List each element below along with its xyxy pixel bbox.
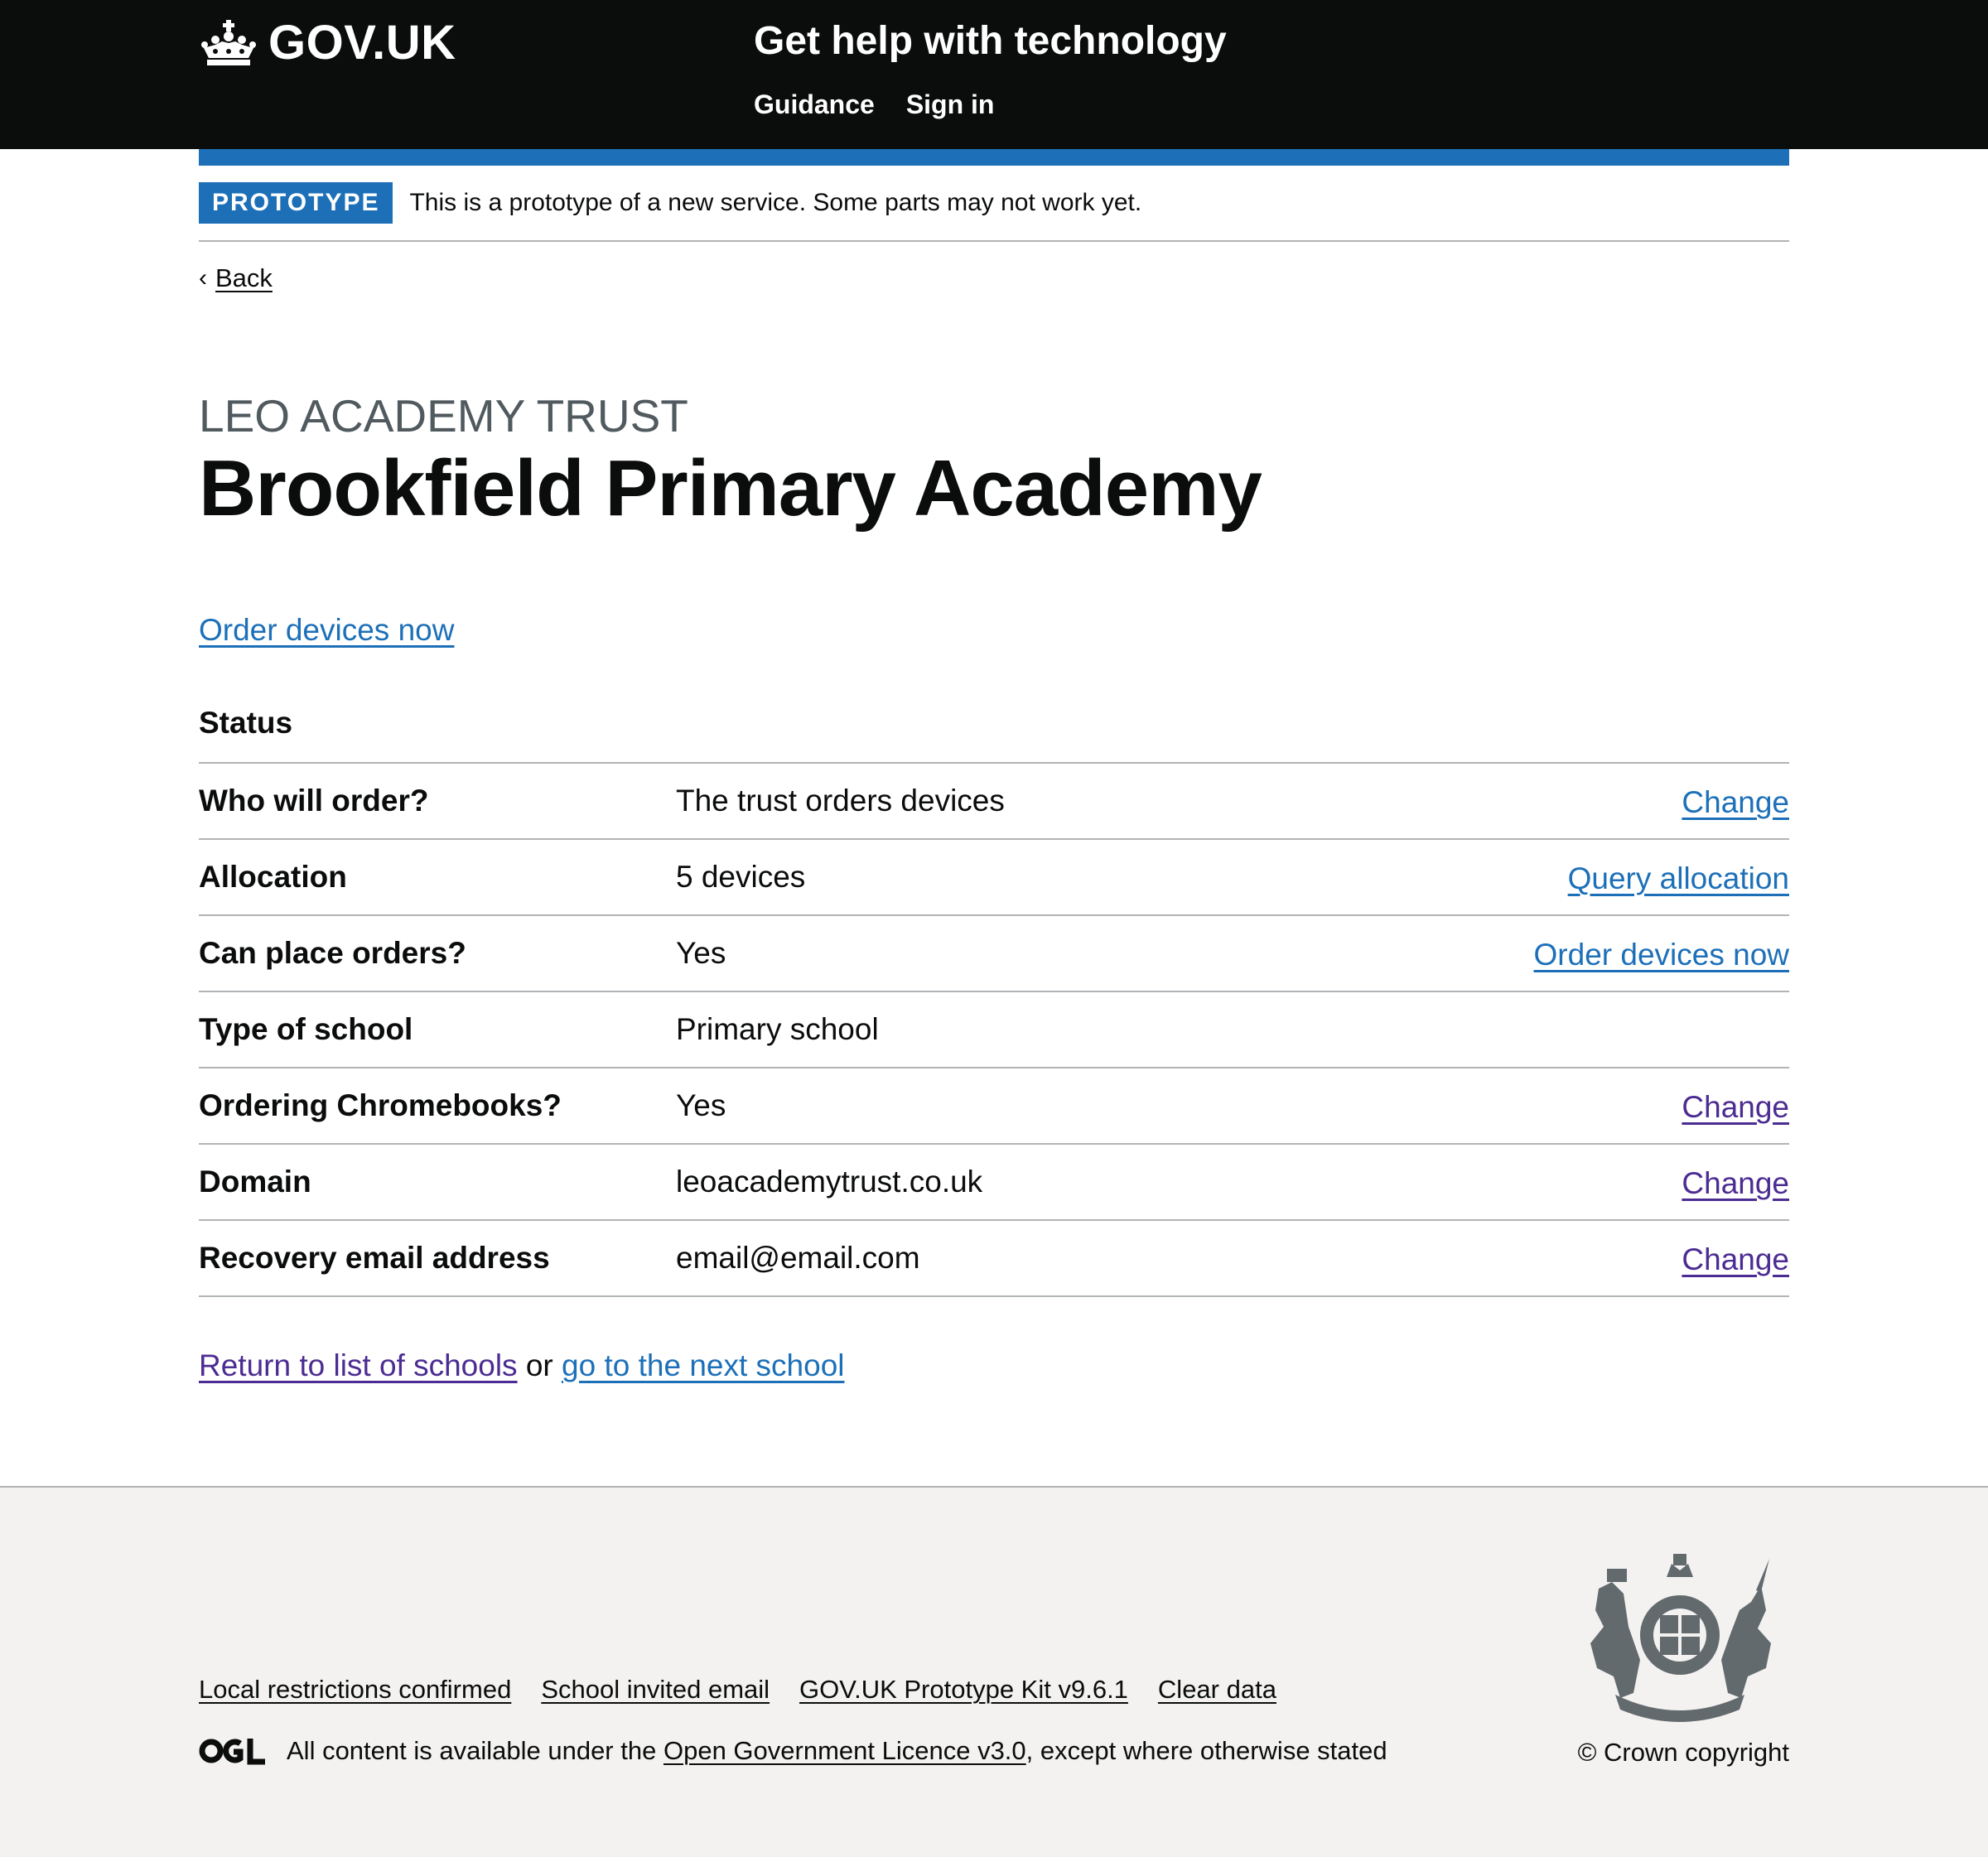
return-to-schools-link[interactable]: Return to list of schools: [199, 1348, 518, 1382]
footer-link-local-restrictions[interactable]: Local restrictions confirmed: [199, 1675, 511, 1705]
crown-icon: [201, 19, 256, 65]
page-caption: LEO ACADEMY TRUST: [199, 390, 688, 441]
back-link-container: ‹ Back: [199, 263, 273, 293]
footer-link-school-invited-email[interactable]: School invited email: [541, 1675, 770, 1705]
summary-value: The trust orders devices: [676, 784, 1005, 818]
summary-key: Can place orders?: [199, 936, 466, 970]
summary-row-domain: Domain leoacademytrust.co.uk Change: [199, 1145, 1789, 1221]
licence-statement: All content is available under the Open …: [199, 1736, 1387, 1766]
query-allocation-link[interactable]: Query allocation: [1568, 861, 1789, 896]
summary-key: Type of school: [199, 1012, 413, 1046]
chevron-left-icon: ‹: [199, 264, 207, 292]
phase-banner: PROTOTYPE This is a prototype of a new s…: [199, 166, 1789, 242]
summary-row-recovery-email: Recovery email address email@email.com C…: [199, 1221, 1789, 1297]
change-recovery-email-link[interactable]: Change: [1682, 1242, 1789, 1277]
nav-sign-in[interactable]: Sign in: [906, 89, 995, 120]
phase-text: This is a prototype of a new service. So…: [409, 189, 1142, 216]
summary-key: Domain: [199, 1165, 311, 1199]
summary-value: email@email.com: [676, 1241, 920, 1275]
crown-copyright-link[interactable]: © Crown copyright: [1578, 1738, 1789, 1768]
header: GOV.UK Get help with technology Guidance…: [0, 0, 1988, 149]
service-name[interactable]: Get help with technology: [754, 18, 1227, 64]
next-school-link[interactable]: go to the next school: [562, 1348, 844, 1382]
nav-guidance[interactable]: Guidance: [754, 89, 875, 120]
logo-text: GOV.UK: [268, 16, 456, 70]
summary-row-type-of-school: Type of school Primary school: [199, 992, 1789, 1068]
ogl-logo-icon: [199, 1739, 265, 1765]
summary-value: Primary school: [676, 1012, 879, 1046]
footer-links: Local restrictions confirmed School invi…: [199, 1675, 1276, 1705]
licence-suffix: , except where otherwise stated: [1025, 1736, 1387, 1765]
header-underline: [199, 149, 1789, 166]
header-nav: Guidance Sign in: [754, 89, 994, 120]
summary-row-allocation: Allocation 5 devices Query allocation: [199, 840, 1789, 916]
summary-value: leoacademytrust.co.uk: [676, 1165, 983, 1199]
change-who-will-order-link[interactable]: Change: [1682, 785, 1789, 820]
or-text: or: [525, 1348, 553, 1382]
footer: Local restrictions confirmed School invi…: [0, 1486, 1988, 1857]
summary-list: Who will order? The trust orders devices…: [199, 762, 1789, 1297]
change-domain-link[interactable]: Change: [1682, 1166, 1789, 1201]
status-heading: Status: [199, 706, 293, 740]
summary-row-who-will-order: Who will order? The trust orders devices…: [199, 764, 1789, 840]
summary-value: Yes: [676, 1088, 726, 1122]
summary-key: Ordering Chromebooks?: [199, 1088, 562, 1122]
phase-tag: PROTOTYPE: [199, 182, 393, 224]
summary-key: Allocation: [199, 860, 347, 894]
summary-row-ordering-chromebooks: Ordering Chromebooks? Yes Change: [199, 1068, 1789, 1145]
ogl-licence-link[interactable]: Open Government Licence v3.0: [663, 1736, 1026, 1766]
return-links: Return to list of schools or go to the n…: [199, 1348, 845, 1383]
footer-link-prototype-kit[interactable]: GOV.UK Prototype Kit v9.6.1: [799, 1675, 1128, 1705]
change-chromebooks-link[interactable]: Change: [1682, 1090, 1789, 1125]
summary-key: Who will order?: [199, 784, 429, 818]
summary-row-can-place-orders: Can place orders? Yes Order devices now: [199, 916, 1789, 992]
footer-link-clear-data[interactable]: Clear data: [1158, 1675, 1276, 1705]
summary-key: Recovery email address: [199, 1241, 550, 1275]
royal-coat-of-arms-icon: [1590, 1554, 1771, 1722]
govuk-logo[interactable]: GOV.UK: [199, 15, 456, 70]
licence-prefix: All content is available under the: [287, 1736, 657, 1765]
back-link[interactable]: Back: [215, 263, 273, 293]
row-order-devices-link[interactable]: Order devices now: [1534, 938, 1789, 972]
order-devices-link[interactable]: Order devices now: [199, 613, 454, 648]
page-title: Brookfield Primary Academy: [199, 444, 1262, 533]
